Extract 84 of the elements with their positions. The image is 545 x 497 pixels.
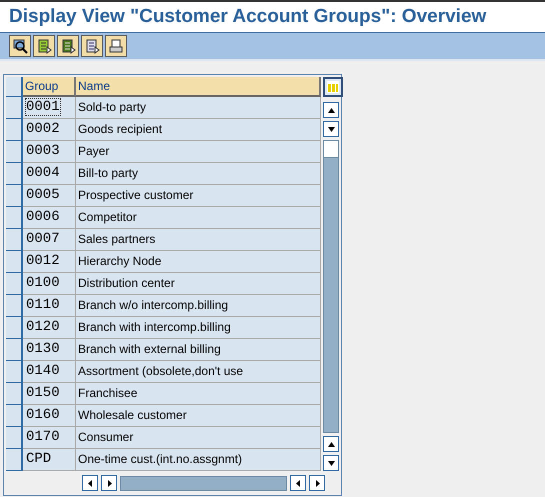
row-selector[interactable] <box>6 207 23 229</box>
table-cell: 0012 <box>23 251 76 273</box>
row-selector[interactable] <box>6 317 23 339</box>
select-all-cell[interactable] <box>6 77 23 97</box>
row-selector[interactable] <box>6 405 23 427</box>
document-icon <box>60 38 76 54</box>
scroll-right-button[interactable] <box>101 475 117 491</box>
toolbar-button[interactable] <box>81 35 103 57</box>
table-cell: 0100 <box>23 273 76 295</box>
row-selector[interactable] <box>6 295 23 317</box>
scroll-left-button[interactable] <box>82 475 98 491</box>
table-cell: Assortment (obsolete,don't use <box>76 361 321 383</box>
table-cell: Hierarchy Node <box>76 251 321 273</box>
column-header[interactable]: Name <box>76 77 321 97</box>
row-selector[interactable] <box>6 119 23 141</box>
table-cell: 0003 <box>23 141 76 163</box>
toolbar-button[interactable] <box>105 35 127 57</box>
row-selector[interactable] <box>6 361 23 383</box>
table-cell: 0004 <box>23 163 76 185</box>
table-cell: 0130 <box>23 339 76 361</box>
row-selector[interactable] <box>6 449 23 471</box>
row-selector[interactable] <box>6 97 23 119</box>
table-cell: Branch with intercomp.billing <box>76 317 321 339</box>
table-cell: Sold-to party <box>76 97 321 119</box>
table-cell: Prospective customer <box>76 185 321 207</box>
row-selector[interactable] <box>6 251 23 273</box>
row-selector[interactable] <box>6 339 23 361</box>
table-cell: Branch w/o intercomp.billing <box>76 295 321 317</box>
scroll-down-button[interactable] <box>323 455 339 471</box>
toolbar-button[interactable] <box>57 35 79 57</box>
table-cell: One-time cust.(int.no.assgnmt) <box>76 449 321 471</box>
table-cell: 0001 <box>23 97 76 119</box>
triangle-down-icon <box>326 126 336 132</box>
scroll-up-button[interactable] <box>323 436 339 452</box>
table-cell: 0160 <box>23 405 76 427</box>
table-cell: Franchisee <box>76 383 321 405</box>
table-cell: Distribution center <box>76 273 321 295</box>
column-settings-button[interactable] <box>323 77 343 97</box>
triangle-down-icon <box>326 460 336 466</box>
row-selector[interactable] <box>6 141 23 163</box>
row-selector[interactable] <box>6 427 23 449</box>
table-cell: Sales partners <box>76 229 321 251</box>
row-selector[interactable] <box>6 163 23 185</box>
scroll-up-button[interactable] <box>323 102 339 118</box>
document-icon <box>84 38 100 54</box>
table-cell: 0007 <box>23 229 76 251</box>
toolbar-button[interactable] <box>9 35 31 57</box>
triangle-up-icon <box>326 440 336 448</box>
table-cell: 0110 <box>23 295 76 317</box>
scrollbar-thumb[interactable] <box>324 141 338 158</box>
columns-icon <box>327 81 339 93</box>
table-cell: 0150 <box>23 383 76 405</box>
table-cell: Competitor <box>76 207 321 229</box>
table-cell: Bill-to party <box>76 163 321 185</box>
table-cell: 0170 <box>23 427 76 449</box>
scroll-right-button[interactable] <box>309 475 325 491</box>
window-title: Display View "Customer Account Groups": Overview <box>9 6 486 28</box>
toolbar-button[interactable] <box>33 35 55 57</box>
row-selector[interactable] <box>6 273 23 295</box>
table-cell: 0005 <box>23 185 76 207</box>
triangle-left-icon <box>86 480 94 486</box>
row-selector[interactable] <box>6 185 23 207</box>
magnifier-icon <box>12 38 28 54</box>
table-cell: Wholesale customer <box>76 405 321 427</box>
scroll-left-button[interactable] <box>290 475 306 491</box>
triangle-left-icon <box>294 480 302 486</box>
table-cell: Consumer <box>76 427 321 449</box>
table-cell: 0006 <box>23 207 76 229</box>
table-cell: CPD <box>23 449 76 471</box>
row-selector[interactable] <box>6 229 23 251</box>
table-cell: Goods recipient <box>76 119 321 141</box>
scroll-down-button[interactable] <box>323 121 339 137</box>
table-cell: 0140 <box>23 361 76 383</box>
table-cell: Payer <box>76 141 321 163</box>
column-header[interactable]: Group <box>23 77 76 97</box>
table-cell: Branch with external billing <box>76 339 321 361</box>
row-selector[interactable] <box>6 383 23 405</box>
table-cell: 0120 <box>23 317 76 339</box>
triangle-up-icon <box>326 106 336 114</box>
printer-icon <box>108 38 124 54</box>
scrollbar-track[interactable] <box>120 476 287 490</box>
document-icon <box>36 38 52 54</box>
scrollbar-track[interactable] <box>323 140 339 433</box>
table-cell: 0002 <box>23 119 76 141</box>
